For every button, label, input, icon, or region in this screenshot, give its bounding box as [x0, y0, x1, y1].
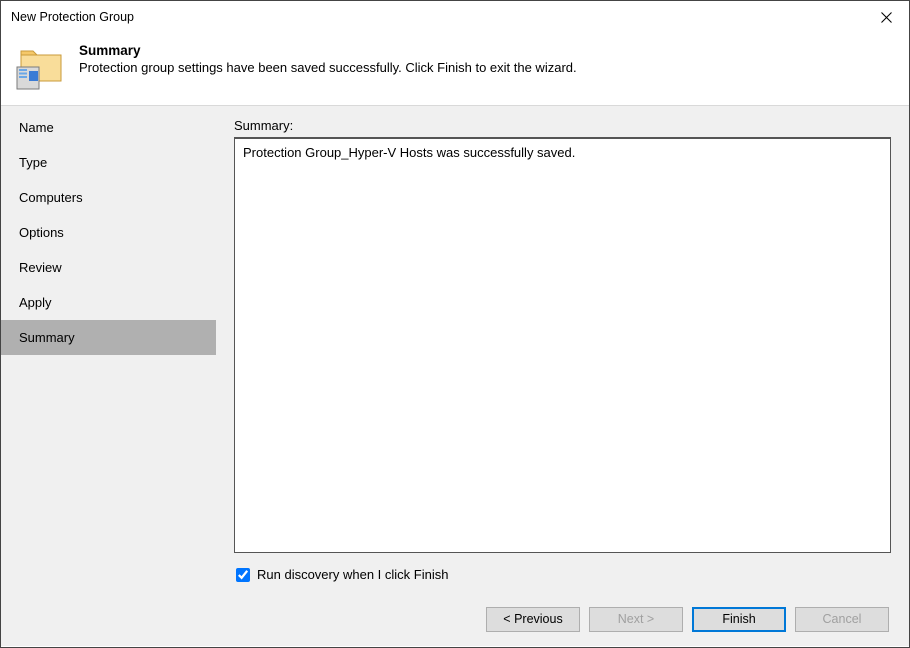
finish-button[interactable]: Finish	[692, 607, 786, 632]
next-button: Next >	[589, 607, 683, 632]
sidebar-item-apply[interactable]: Apply	[1, 285, 216, 320]
sidebar-item-name[interactable]: Name	[1, 110, 216, 145]
sidebar-item-review[interactable]: Review	[1, 250, 216, 285]
close-button[interactable]	[864, 1, 909, 33]
summary-label: Summary:	[234, 118, 891, 133]
window-title: New Protection Group	[11, 10, 134, 24]
close-icon	[881, 12, 892, 23]
page-title: Summary	[79, 43, 895, 58]
summary-text: Protection Group_Hyper-V Hosts was succe…	[243, 145, 575, 160]
run-discovery-label: Run discovery when I click Finish	[257, 567, 448, 582]
wizard-header: Summary Protection group settings have b…	[1, 33, 909, 106]
sidebar-item-type[interactable]: Type	[1, 145, 216, 180]
previous-button[interactable]: < Previous	[486, 607, 580, 632]
main-panel: Summary: Protection Group_Hyper-V Hosts …	[216, 106, 909, 592]
header-text: Summary Protection group settings have b…	[79, 43, 895, 75]
wizard-steps-sidebar: Name Type Computers Options Review Apply…	[1, 106, 216, 592]
summary-textbox[interactable]: Protection Group_Hyper-V Hosts was succe…	[234, 137, 891, 553]
sidebar-item-options[interactable]: Options	[1, 215, 216, 250]
cancel-button: Cancel	[795, 607, 889, 632]
content-area: Name Type Computers Options Review Apply…	[1, 106, 909, 592]
sidebar-item-summary[interactable]: Summary	[1, 320, 216, 355]
run-discovery-checkbox[interactable]	[236, 568, 250, 582]
page-subtitle: Protection group settings have been save…	[79, 60, 895, 75]
wizard-footer: < Previous Next > Finish Cancel	[1, 592, 909, 646]
header-icon	[15, 43, 63, 91]
titlebar: New Protection Group	[1, 1, 909, 33]
run-discovery-checkbox-row[interactable]: Run discovery when I click Finish	[234, 553, 891, 592]
sidebar-item-computers[interactable]: Computers	[1, 180, 216, 215]
folder-server-icon	[15, 43, 63, 91]
